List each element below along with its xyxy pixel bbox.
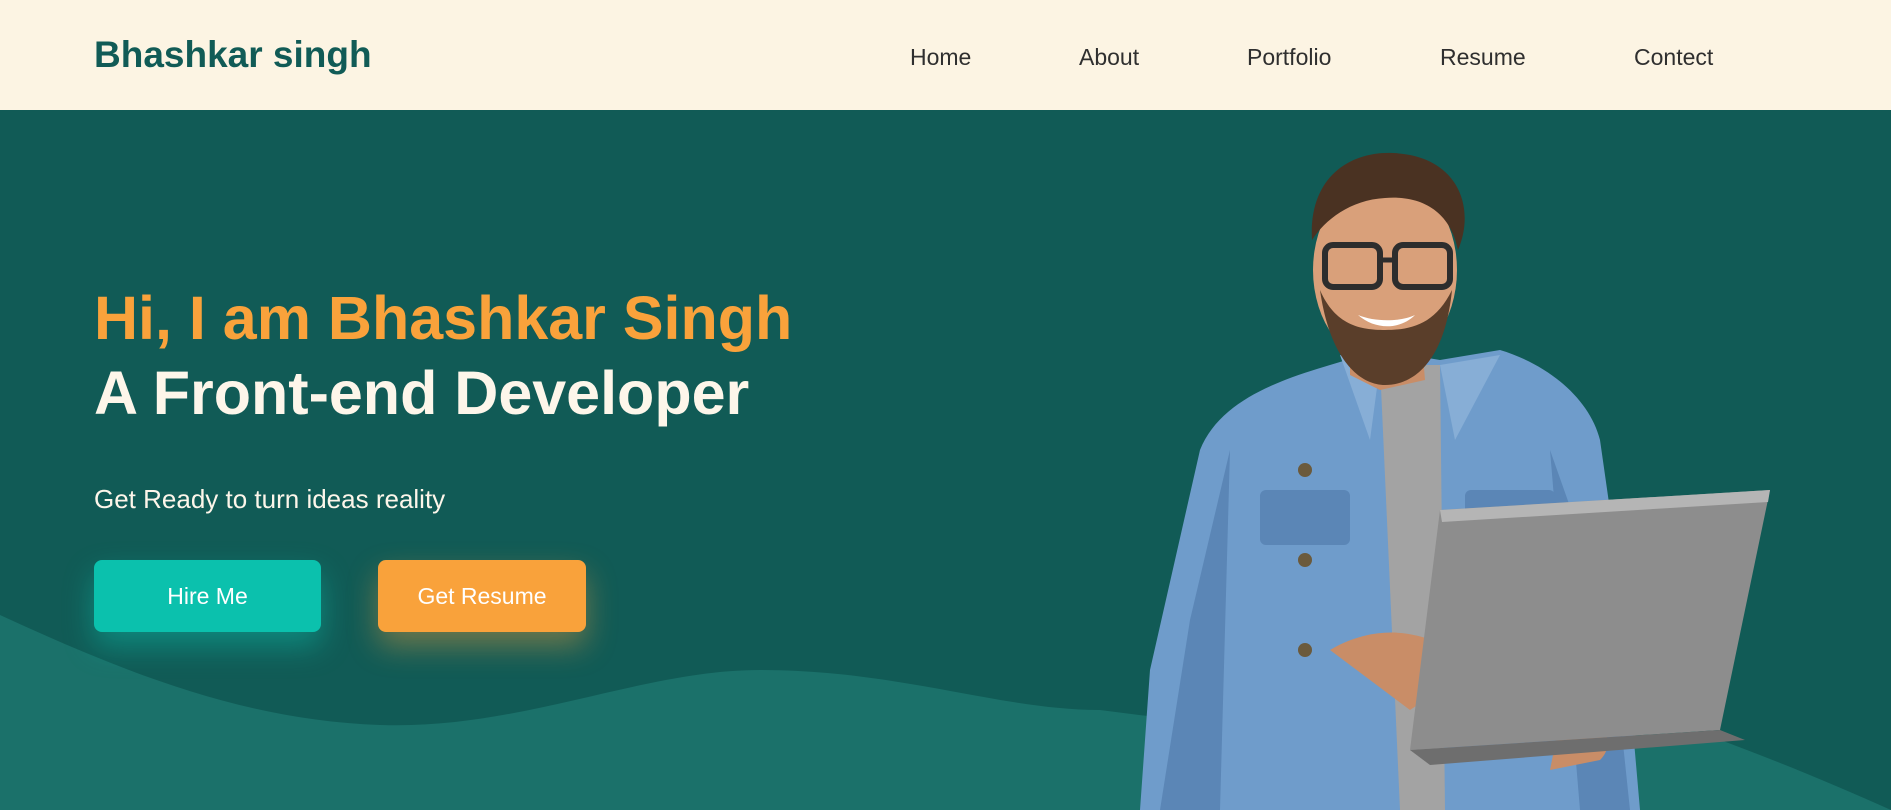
header: Bhashkar singh Home About Portfolio Resu…	[0, 0, 1891, 110]
nav-contact[interactable]: Contect	[1634, 44, 1713, 71]
hero-tagline: Get Ready to turn ideas reality	[94, 484, 446, 514]
developer-photo-icon	[1140, 152, 1770, 810]
main-nav: Home About Portfolio Resume Contect	[0, 44, 1891, 74]
nav-portfolio[interactable]: Portfolio	[1247, 44, 1331, 71]
hero-role: A Front-end Developer	[94, 359, 750, 427]
nav-about[interactable]: About	[1079, 44, 1139, 71]
nav-resume[interactable]: Resume	[1440, 44, 1526, 71]
hire-me-button[interactable]: Hire Me	[94, 560, 321, 632]
nav-home[interactable]: Home	[910, 44, 971, 71]
hero-section: Hi, I am Bhashkar Singh A Front-end Deve…	[0, 110, 1891, 810]
hero-greeting: Hi, I am Bhashkar Singh	[94, 284, 793, 352]
get-resume-button[interactable]: Get Resume	[378, 560, 586, 632]
